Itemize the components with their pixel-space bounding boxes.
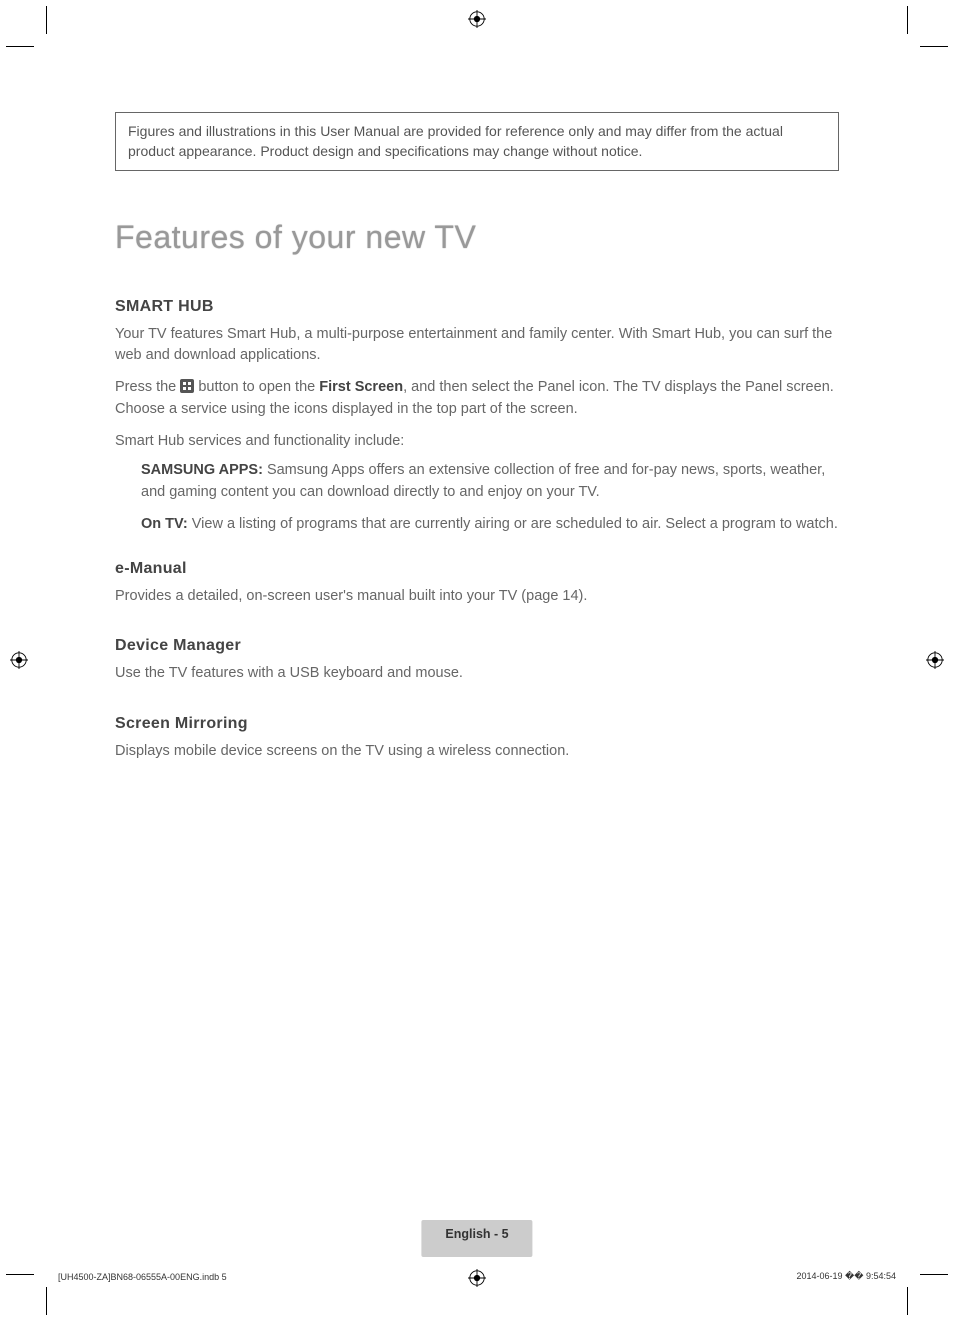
feature-label: On TV:: [141, 516, 188, 532]
crop-mark: [6, 1274, 34, 1275]
smart-hub-button-icon: [180, 379, 194, 393]
registration-mark-icon: [10, 651, 28, 669]
heading-device-manager: Device Manager: [115, 637, 839, 655]
device-manager-p: Use the TV features with a USB keyboard …: [115, 663, 839, 685]
footer-filename: [UH4500-ZA]BN68-06555A-00ENG.indb 5: [58, 1272, 227, 1282]
footer-timestamp: 2014-06-19 �� 9:54:54: [796, 1271, 896, 1282]
crop-mark: [920, 46, 948, 47]
smart-hub-p1: Your TV features Smart Hub, a multi-purp…: [115, 324, 839, 368]
page-content: Figures and illustrations in this User M…: [115, 112, 839, 763]
feature-text: View a listing of programs that are curr…: [188, 516, 838, 532]
crop-mark: [46, 1287, 47, 1315]
registration-mark-icon: [926, 651, 944, 669]
heading-screen-mirroring: Screen Mirroring: [115, 715, 839, 733]
registration-mark-icon: [468, 10, 486, 28]
p2-bold: First Screen: [319, 379, 403, 395]
feature-label: SAMSUNG APPS:: [141, 462, 263, 478]
page-title: Features of your new TV: [115, 219, 839, 256]
crop-mark: [907, 1287, 908, 1315]
p2-mid: button to open the: [198, 379, 319, 395]
feature-list: SAMSUNG APPS: Samsung Apps offers an ext…: [115, 460, 839, 535]
smart-hub-p2: Press the button to open the First Scree…: [115, 377, 839, 421]
feature-samsung-apps: SAMSUNG APPS: Samsung Apps offers an ext…: [141, 460, 839, 504]
e-manual-p: Provides a detailed, on-screen user's ma…: [115, 586, 839, 608]
registration-mark-icon: [468, 1269, 486, 1287]
page-number-badge: English - 5: [421, 1220, 532, 1257]
heading-e-manual: e-Manual: [115, 560, 839, 578]
screen-mirroring-p: Displays mobile device screens on the TV…: [115, 741, 839, 763]
p2-pre: Press the: [115, 379, 180, 395]
crop-mark: [907, 6, 908, 34]
crop-mark: [6, 46, 34, 47]
heading-smart-hub: SMART HUB: [115, 298, 839, 316]
feature-on-tv: On TV: View a listing of programs that a…: [141, 514, 839, 536]
notice-box: Figures and illustrations in this User M…: [115, 112, 839, 171]
crop-mark: [46, 6, 47, 34]
notice-text: Figures and illustrations in this User M…: [128, 123, 783, 159]
crop-mark: [920, 1274, 948, 1275]
smart-hub-p3: Smart Hub services and functionality inc…: [115, 431, 839, 453]
